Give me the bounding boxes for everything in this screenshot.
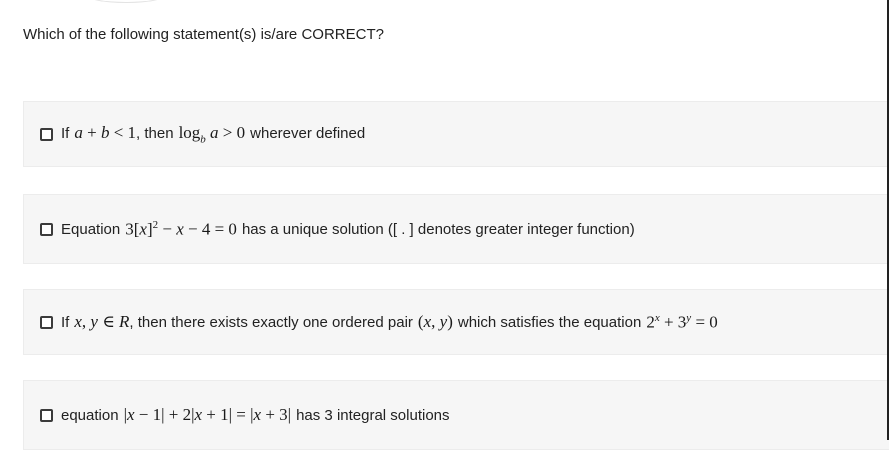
option-1-text-end: wherever defined	[250, 124, 366, 142]
option-4-checkbox[interactable]	[40, 408, 53, 422]
option-3-text-end: which satisfies the equation	[457, 314, 642, 332]
option-1-math-condition: a + b < 1	[74, 122, 137, 142]
option-3-text-start: If	[61, 314, 70, 332]
option-2-label: Equation 3[x]2 − x − 4 = 0 has a unique …	[61, 219, 635, 240]
option-1-text-start: If	[61, 124, 70, 142]
option-3-text-mid: , then there exists exactly one ordered …	[129, 314, 413, 332]
option-1-label: If a + b < 1 , then logb a > 0 wherever …	[61, 123, 365, 145]
option-3-math-domain: x, y ∈ R	[74, 312, 130, 332]
option-2-checkbox[interactable]	[40, 222, 53, 236]
option-2-text-start: Equation	[61, 221, 121, 239]
option-3-math-pair: (x, y)	[417, 312, 453, 332]
option-4-text-end: has 3 integral solutions	[296, 407, 450, 424]
option-2-text-end: has a unique solution ([ . ] denotes gre…	[241, 221, 635, 239]
option-3-checkbox[interactable]	[40, 315, 53, 329]
option-4-label: equation |x − 1| + 2|x + 1| = |x + 3| ha…	[61, 405, 450, 425]
option-3-label: If x, y ∈ R , then there exists exactly …	[61, 312, 723, 333]
option-1-checkbox[interactable]	[40, 127, 53, 141]
top-decoration	[85, 0, 167, 3]
option-1-text-mid: , then	[136, 124, 174, 142]
option-1[interactable]: If a + b < 1 , then logb a > 0 wherever …	[23, 101, 889, 167]
question-text: Which of the following statement(s) is/a…	[23, 26, 384, 43]
option-2-math-equation: 3[x]2 − x − 4 = 0	[125, 218, 237, 239]
option-3[interactable]: If x, y ∈ R , then there exists exactly …	[23, 289, 889, 355]
option-4-math-equation: |x − 1| + 2|x + 1| = |x + 3|	[123, 405, 292, 424]
option-1-math-log: logb a > 0	[178, 122, 246, 146]
option-3-math-equation: 2x + 3y = 0	[646, 311, 718, 332]
option-4-text-start: equation	[61, 407, 119, 424]
option-2[interactable]: Equation 3[x]2 − x − 4 = 0 has a unique …	[23, 194, 889, 264]
